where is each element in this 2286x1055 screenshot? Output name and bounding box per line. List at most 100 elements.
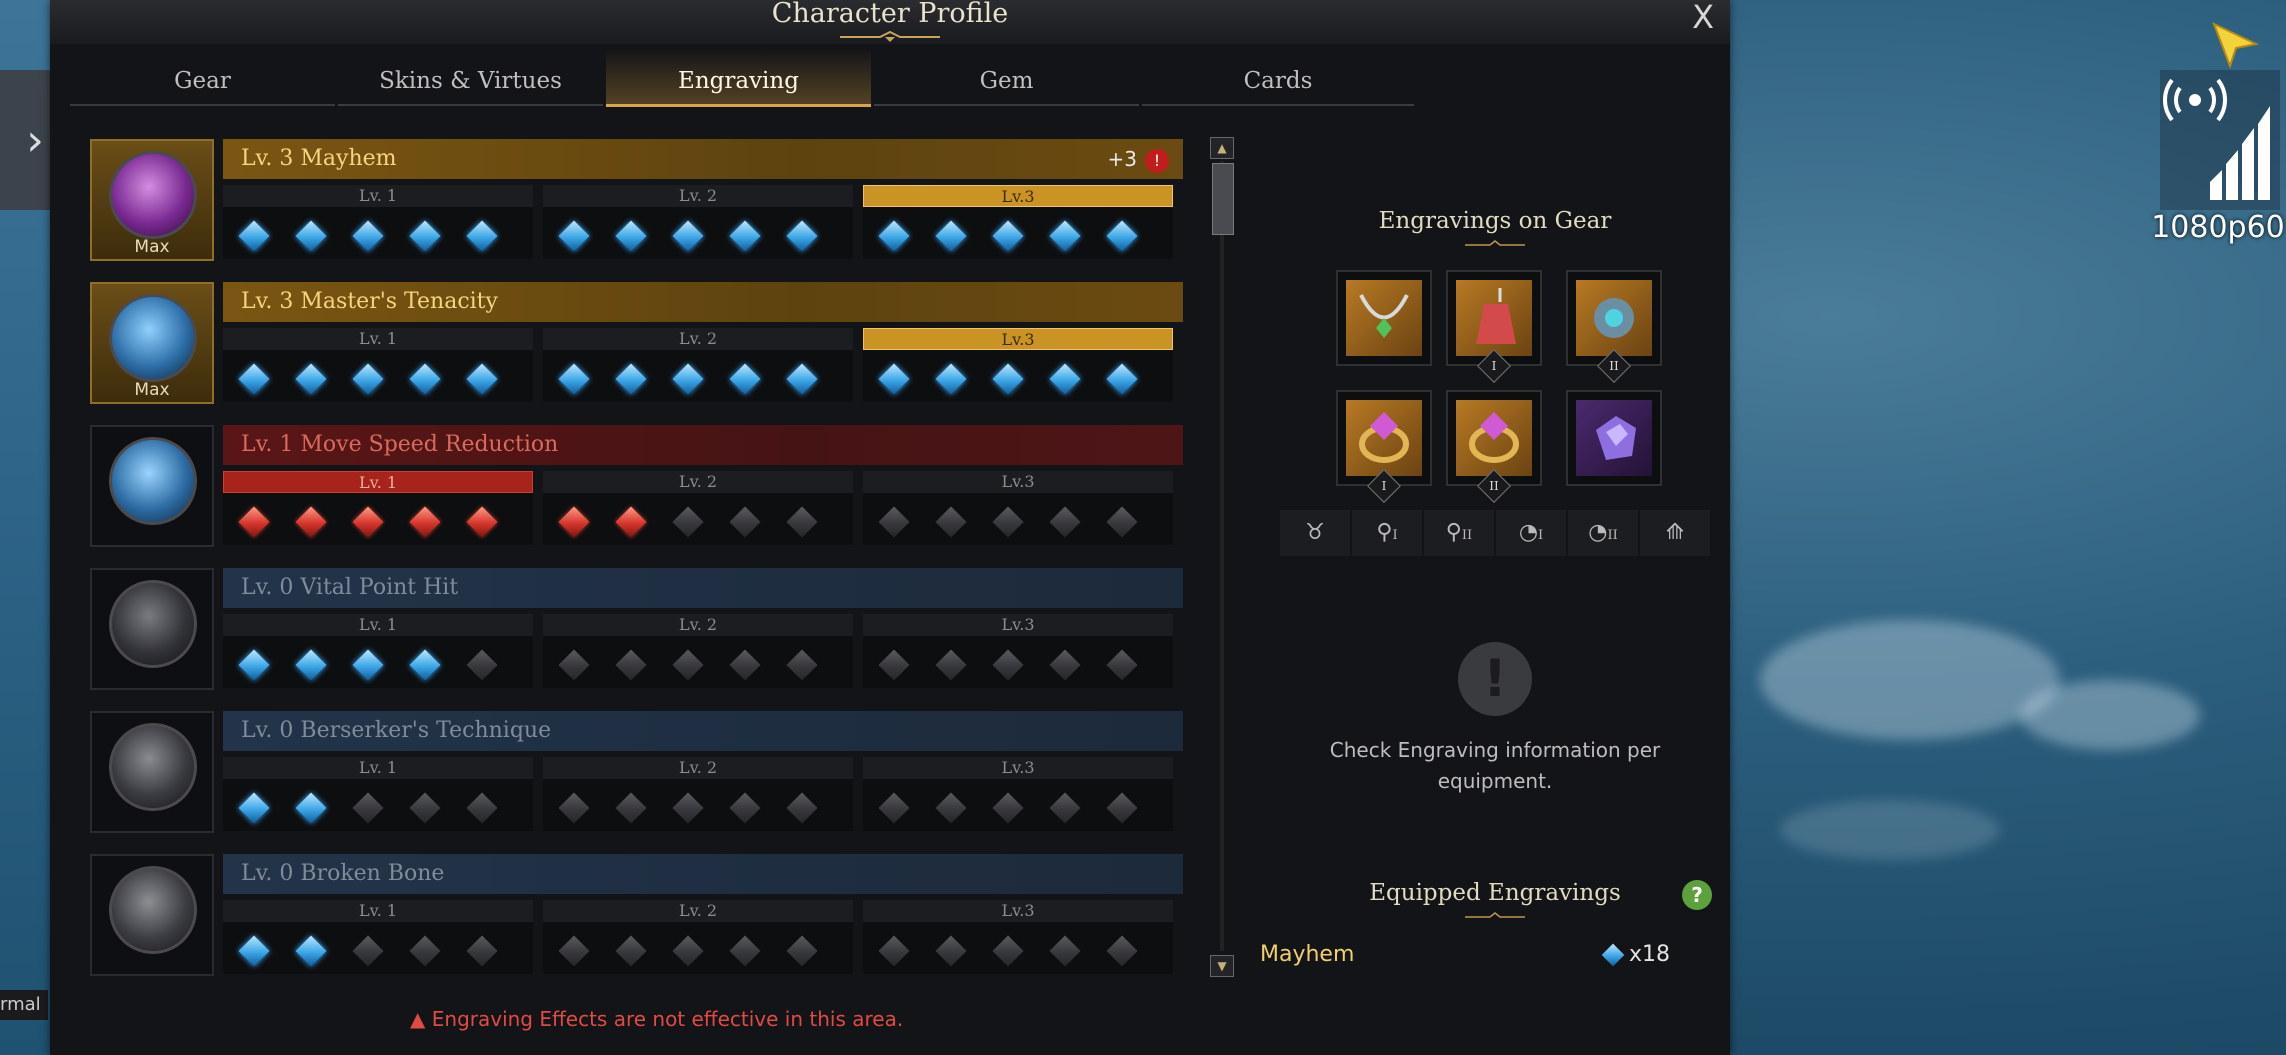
engraving-name: Lv. 0 Berserker's Technique (241, 718, 552, 743)
level-block-1: Lv. 1 (223, 614, 533, 688)
earring-filter-icon: ⚲ (1376, 520, 1393, 545)
tab-cards[interactable]: Cards (1142, 48, 1414, 106)
engraving-name: Lv. 3 Master's Tenacity (241, 289, 498, 314)
engraving-node-empty (1106, 792, 1138, 824)
info-text-line2: equipment. (1437, 769, 1553, 793)
engraving-node-filled (238, 220, 270, 252)
level-label: Lv. 1 (223, 328, 533, 350)
engraving-node-empty (935, 506, 967, 538)
engraving-node-filled (615, 506, 647, 538)
ability-stone-icon (1576, 400, 1652, 476)
filter-numeral: II (1461, 528, 1473, 543)
area-warning: ▲ Engraving Effects are not effective in… (410, 1007, 903, 1031)
gear-slot[interactable]: I (1446, 270, 1542, 383)
bonus-indicator[interactable]: +3! (1108, 139, 1169, 179)
level-label: Lv. 2 (543, 900, 853, 922)
tab-gear[interactable]: Gear (70, 48, 335, 106)
engraving-node-filled (558, 220, 590, 252)
filter-numeral: I (1392, 528, 1398, 543)
filter-button[interactable]: ⟰ (1640, 510, 1710, 556)
engraving-node-empty (466, 935, 498, 967)
masters-tenacity-icon (109, 294, 197, 382)
scroll-down-arrow-icon[interactable]: ▼ (1210, 955, 1234, 977)
engraving-name: Lv. 0 Vital Point Hit (241, 575, 459, 600)
warning-text: Engraving Effects are not effective in t… (431, 1007, 904, 1031)
engraving-name: Lv. 3 Mayhem (241, 146, 397, 171)
level-block-1: Lv. 1 (223, 185, 533, 259)
scroll-up-arrow-icon[interactable]: ▲ (1210, 137, 1234, 159)
engraving-node-empty (729, 792, 761, 824)
signal-panel (2160, 70, 2280, 210)
engraving-node-filled (295, 506, 327, 538)
node-row (223, 930, 533, 970)
level-block-1: Lv. 1 (223, 757, 533, 831)
section-ornament-icon (1465, 240, 1525, 246)
gear-slot[interactable]: II (1446, 390, 1542, 503)
necklace-icon (1346, 280, 1422, 356)
alert-icon[interactable]: ! (1145, 148, 1169, 173)
equipped-count-value: x18 (1628, 942, 1670, 967)
engraving-name-bar: Lv. 0 Vital Point Hit (223, 568, 1183, 608)
filter-button[interactable]: ♉ (1280, 510, 1350, 556)
mayhem-icon (109, 151, 197, 239)
character-profile-window: Character Profile X Gear Skins & Virtues… (50, 0, 1730, 1055)
level-block-3: Lv.3 (863, 328, 1173, 402)
list-scrollbar[interactable]: ▲ ▼ (1210, 135, 1236, 980)
engraving-node-filled (238, 792, 270, 824)
gear-slot[interactable] (1336, 270, 1432, 366)
engraving-node-filled (935, 363, 967, 395)
title-ornament-icon (840, 30, 940, 42)
sea-foam (1780, 800, 2000, 860)
necklace-filter-icon: ♉ (1305, 520, 1325, 545)
engraving-node-filled (352, 363, 384, 395)
engraving-node-empty (615, 792, 647, 824)
engraving-row[interactable]: Max Lv. 3 Master's Tenacity Lv. 1 Lv. 2 Lv.3 (88, 278, 1240, 406)
level-label: Lv. 1 (223, 614, 533, 636)
gear-slot[interactable] (1566, 390, 1662, 486)
engraving-row[interactable]: Lv. 0 Vital Point Hit Lv. 1 Lv. 2 Lv.3 (88, 564, 1240, 692)
equipped-engraving-count: x18 (1601, 942, 1670, 967)
tab-engraving[interactable]: Engraving (606, 48, 871, 107)
engraving-node-filled (238, 649, 270, 681)
engraving-row[interactable]: Max Lv. 3 Mayhem +3! Lv. 1 Lv. 2 Lv.3 (88, 135, 1240, 263)
engraving-row[interactable]: Lv. 0 Broken Bone Lv. 1 Lv. 2 Lv.3 (88, 850, 1240, 978)
engraving-node-empty (1106, 935, 1138, 967)
slot-numeral: I (1381, 479, 1387, 493)
gear-slot[interactable]: II (1566, 270, 1662, 383)
title-bar: Character Profile X (50, 0, 1730, 44)
engraving-node-empty (1049, 649, 1081, 681)
close-button[interactable]: X (1692, 0, 1714, 36)
gear-slot[interactable]: I (1336, 390, 1432, 503)
equipped-engravings-title: Equipped Engravings (1369, 880, 1621, 906)
vital-point-hit-icon (109, 580, 197, 668)
engraving-node-empty (558, 935, 590, 967)
engraving-row[interactable]: Lv. 1 Move Speed Reduction Lv. 1 Lv. 2 Lv.3 (88, 421, 1240, 549)
filter-button[interactable]: ◔I (1496, 510, 1566, 556)
engraving-node-empty (786, 506, 818, 538)
engraving-node-filled (1049, 363, 1081, 395)
filter-button[interactable]: ◔II (1568, 510, 1638, 556)
ring-filter-icon: ◔ (1518, 520, 1539, 545)
tab-skins-virtues[interactable]: Skins & Virtues (338, 48, 603, 106)
scroll-track[interactable] (1220, 161, 1224, 951)
filter-numeral: II (1607, 528, 1618, 543)
scroll-thumb[interactable] (1212, 163, 1234, 235)
berserkers-technique-icon (109, 723, 197, 811)
engraving-node-empty (786, 792, 818, 824)
tab-gem[interactable]: Gem (874, 48, 1139, 106)
engraving-node-filled (409, 363, 441, 395)
level-block-2: Lv. 2 (543, 900, 853, 974)
filter-button[interactable]: ⚲I (1352, 510, 1422, 556)
engraving-node-filled (786, 363, 818, 395)
node-row (223, 787, 533, 827)
sea-foam (1760, 620, 2060, 740)
filter-button[interactable]: ⚲II (1424, 510, 1494, 556)
help-button[interactable]: ? (1682, 880, 1712, 910)
bonus-value: +3 (1107, 147, 1137, 171)
level-block-2: Lv. 2 (543, 328, 853, 402)
engraving-node-filled (878, 363, 910, 395)
engraving-node-filled (238, 935, 270, 967)
earring-filter-icon: ⚲ (1445, 520, 1462, 545)
node-row (223, 215, 533, 255)
engraving-row[interactable]: Lv. 0 Berserker's Technique Lv. 1 Lv. 2 Lv.… (88, 707, 1240, 835)
